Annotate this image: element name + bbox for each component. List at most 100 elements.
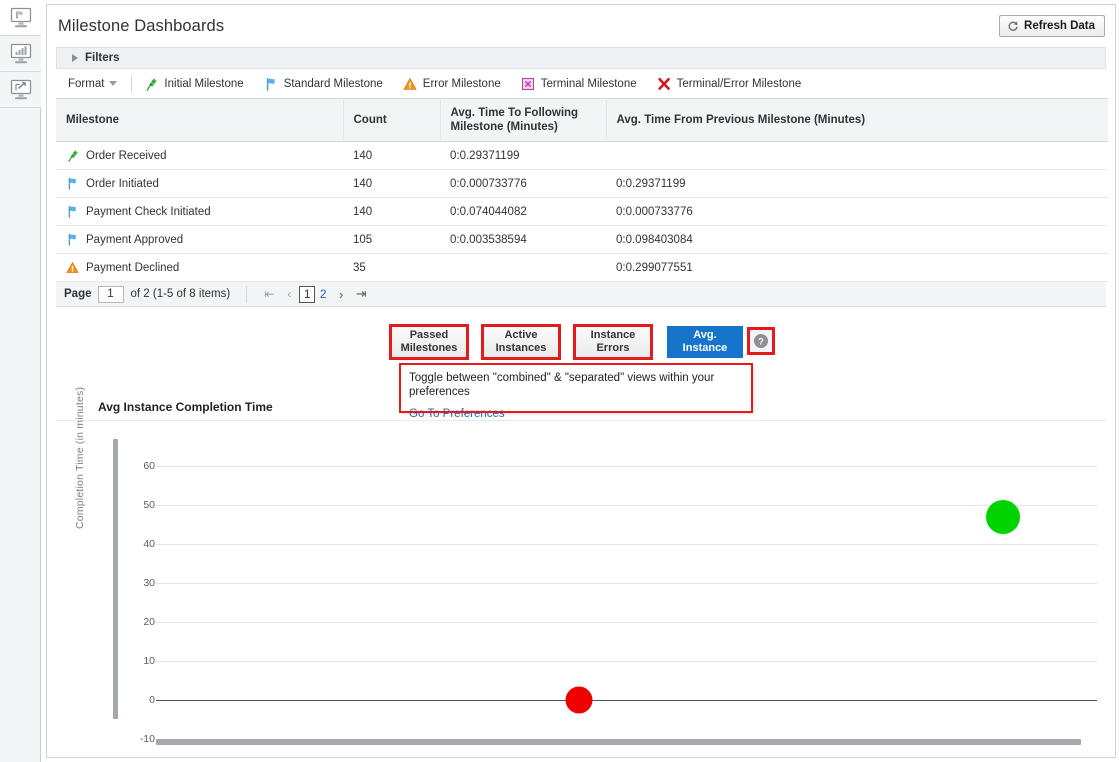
gridline-zero: [156, 700, 1097, 701]
legend-label: Error Milestone: [422, 77, 501, 90]
milestone-dashboards-app: Milestone Dashboards Refresh Data Filter…: [0, 0, 1119, 762]
tab-label-line1: Instance: [590, 329, 636, 341]
format-menu-button[interactable]: Format: [62, 78, 129, 90]
chart-plot-area: Completion Time (in minutes) 60 50 40 30…: [56, 387, 1106, 751]
tab-avg-instance[interactable]: Avg. Instance: [667, 326, 743, 358]
dashboard-monitor-icon: [10, 7, 31, 27]
cell-time-to-following: 0:0.003538594: [440, 225, 606, 254]
toolbar-divider: [131, 74, 133, 93]
legend-error-milestone: Error Milestone: [403, 77, 501, 91]
page-container: Milestone Dashboards Refresh Data Filter…: [41, 0, 1119, 762]
first-page-icon[interactable]: ⇤: [259, 286, 279, 303]
filters-bar[interactable]: Filters: [56, 47, 1106, 69]
cell-milestone: Order Initiated: [56, 169, 343, 198]
sidebar-item-export[interactable]: [0, 72, 41, 108]
tab-label: Active Instances: [496, 329, 547, 355]
legend-terminal-milestone: Terminal Milestone: [521, 77, 637, 91]
refresh-data-label: Refresh Data: [1024, 20, 1095, 32]
x-mark-icon: [657, 77, 670, 90]
legend-terminal-error-milestone: Terminal/Error Milestone: [657, 77, 802, 91]
flag-icon: [68, 205, 76, 218]
table-row[interactable]: Order Received 140 0:0.29371199: [56, 141, 1108, 170]
analytics-monitor-icon: [10, 43, 31, 63]
tab-label-line2: Instance: [682, 342, 728, 354]
page-link-1[interactable]: 1: [299, 285, 316, 303]
pagination-label: Page: [64, 288, 92, 300]
column-header-milestone[interactable]: Milestone: [56, 98, 344, 142]
cell-time-to-following: [440, 253, 606, 282]
cell-time-to-following: 0:0.000733776: [440, 169, 606, 198]
tab-instance-errors[interactable]: Instance Errors: [573, 324, 653, 360]
flag-icon: [68, 177, 76, 190]
tab-label-line2: Instances: [495, 342, 547, 354]
flag-icon: [266, 77, 275, 91]
help-button[interactable]: ?: [747, 327, 775, 355]
tab-label-line2: Milestones: [400, 342, 458, 354]
tooltip-text: Toggle between "combined" & "separated" …: [409, 372, 715, 398]
tab-active-instances[interactable]: Active Instances: [481, 324, 561, 360]
y-tick: 20: [143, 616, 155, 628]
y-axis-ticks: 60 50 40 30 20 10 0 -10: [122, 421, 155, 751]
last-page-icon[interactable]: ⇥: [351, 286, 371, 303]
cell-time-to-following: 0:0.074044082: [440, 197, 606, 226]
x-axis-track[interactable]: [156, 739, 1081, 745]
y-tick: 10: [143, 655, 155, 667]
milestone-name: Order Received: [86, 149, 167, 162]
column-header-time-from-previous[interactable]: Avg. Time From Previous Milestone (Minut…: [606, 98, 1108, 142]
warning-triangle-icon: [403, 77, 417, 90]
cell-milestone: Payment Check Initiated: [56, 197, 343, 226]
tab-passed-milestones[interactable]: Passed Milestones: [389, 324, 469, 360]
legend-label: Standard Milestone: [283, 77, 383, 90]
title-bar: Milestone Dashboards Refresh Data: [47, 5, 1115, 47]
tab-label-line2: Errors: [596, 342, 630, 354]
checkered-flag-icon: [68, 150, 78, 162]
column-header-time-to-following[interactable]: Avg. Time To Following Milestone (Minute…: [440, 98, 607, 142]
chart-y-axis-label: Completion Time (in minutes): [74, 386, 86, 529]
cell-count: 35: [343, 253, 440, 282]
gridline: [156, 583, 1097, 584]
next-page-icon[interactable]: ›: [331, 286, 351, 303]
sidebar-item-analytics[interactable]: [0, 36, 41, 72]
table-toolbar: Format Initial Milestone Standard Milest…: [56, 69, 1106, 98]
legend-initial-milestone: Initial Milestone: [144, 77, 244, 91]
filters-label: Filters: [85, 52, 120, 64]
legend-label: Initial Milestone: [164, 77, 244, 90]
table-row[interactable]: Payment Check Initiated 140 0:0.07404408…: [56, 197, 1108, 226]
milestone-name: Payment Check Initiated: [86, 205, 211, 218]
table-row[interactable]: Payment Declined 35 0:0.299077551: [56, 253, 1108, 282]
data-point-failed[interactable]: [565, 686, 593, 714]
table-row[interactable]: Payment Approved 105 0:0.003538594 0:0.0…: [56, 225, 1108, 254]
table-row[interactable]: Order Initiated 140 0:0.000733776 0:0.29…: [56, 169, 1108, 198]
gridline: [156, 466, 1097, 467]
format-menu-label: Format: [68, 77, 105, 90]
column-header-count[interactable]: Count: [343, 98, 441, 142]
cell-count: 140: [343, 169, 440, 198]
tab-label-line1: Active: [504, 329, 538, 341]
cell-count: 105: [343, 225, 440, 254]
chart-section: Avg Instance Completion Time Completion …: [56, 387, 1106, 757]
tab-label-line1: Avg.: [693, 329, 717, 341]
export-monitor-icon: [10, 79, 31, 99]
table-header: Milestone Count Avg. Time To Following M…: [56, 98, 1108, 142]
gridline: [156, 661, 1097, 662]
page-link-2[interactable]: 2: [315, 286, 331, 303]
dashboard-tabs: Passed Milestones Active Instances Insta…: [389, 324, 775, 360]
refresh-data-button[interactable]: Refresh Data: [999, 15, 1105, 37]
data-point-successful[interactable]: [985, 499, 1020, 534]
left-rail: [0, 0, 41, 762]
sidebar-item-dashboard[interactable]: [0, 0, 41, 36]
tab-label: Instance Errors: [591, 329, 636, 355]
triangle-right-icon: [72, 54, 78, 62]
cell-count: 140: [343, 197, 440, 226]
y-tick: 50: [143, 499, 155, 511]
page-number-input[interactable]: [97, 285, 124, 303]
go-to-preferences-link[interactable]: Go To Preferences: [409, 408, 505, 420]
flag-icon: [68, 233, 76, 246]
gridline: [156, 622, 1097, 623]
svg-text:?: ?: [758, 337, 764, 348]
legend-label: Terminal/Error Milestone: [676, 77, 802, 90]
milestone-name: Order Initiated: [86, 177, 159, 190]
y-tick: -10: [139, 733, 155, 745]
cell-time-from-previous: [606, 141, 1108, 170]
prev-page-icon[interactable]: ‹: [279, 286, 299, 303]
